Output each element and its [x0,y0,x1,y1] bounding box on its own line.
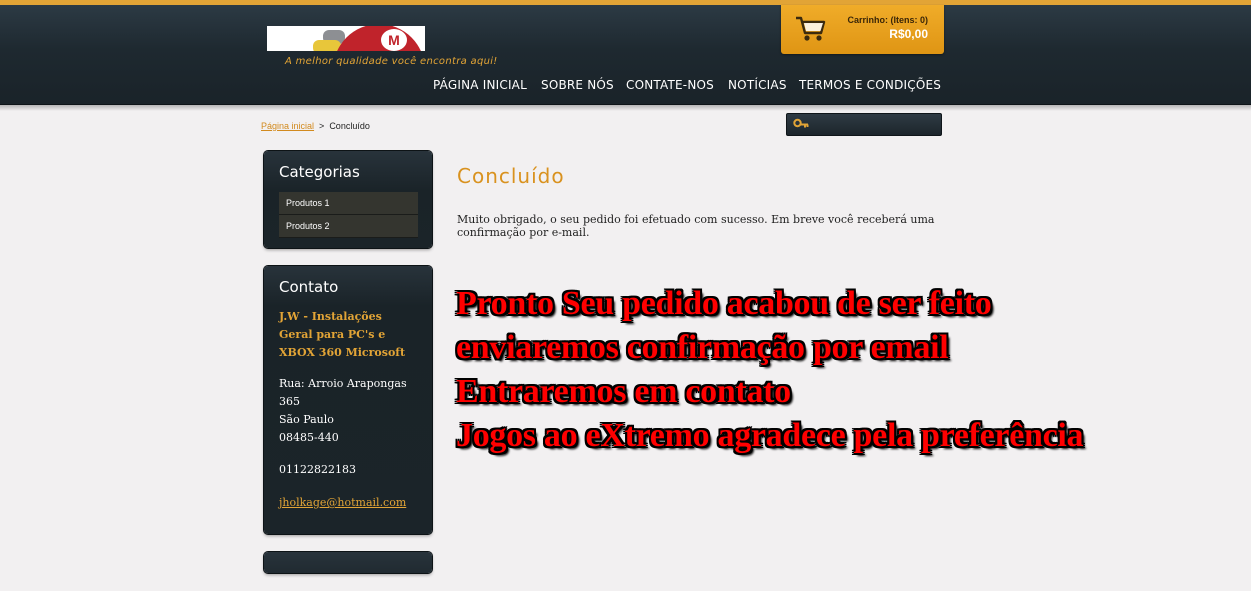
contact-box: Contato J.W - Instalações Geral para PC'… [264,266,432,534]
logo-hat-emblem: M [381,29,407,51]
contact-details: J.W - Instalações Geral para PC's e XBOX… [279,308,424,512]
overlay-line: Jogos ao eXtremo agradece pela preferênc… [456,417,1084,454]
site-tagline: A melhor qualidade você encontra aqui! [285,56,498,67]
overlay-announcement: Pronto Seu pedido acabou de ser feito en… [456,282,1246,458]
overlay-line: Pronto Seu pedido acabou de ser feito [456,285,992,322]
search-input[interactable] [813,117,937,132]
page-title: Concluído [457,164,565,188]
contact-title: Contato [279,278,339,296]
order-confirmation-message: Muito obrigado, o seu pedido foi efetuad… [457,213,947,239]
contact-address-line: São Paulo [279,413,334,426]
overlay-line: Entraremos em contato [456,373,791,410]
key-search-icon[interactable] [793,118,809,132]
nav-home[interactable]: PÁGINA INICIAL [433,78,527,92]
contact-email-link[interactable]: jholkage@hotmail.com [279,496,406,509]
contact-address-line: 08485-440 [279,431,339,444]
message-line: confirmação por e-mail. [457,226,590,239]
overlay-line: enviaremos confirmação por email [456,329,949,366]
category-item-produtos-1[interactable]: Produtos 1 [279,192,418,215]
contact-company-line: Geral para PC's e [279,328,386,341]
cart-widget[interactable]: Carrinho: (Itens: 0) R$0,00 [781,5,944,54]
cart-items-label: Carrinho: (Itens: 0) [847,15,928,25]
empty-sidebar-box [264,552,432,573]
category-item-produtos-2[interactable]: Produtos 2 [279,215,418,238]
contact-company-line: J.W - Instalações [279,310,382,323]
shopping-cart-icon [796,16,826,41]
breadcrumb-separator: > [319,121,325,131]
contact-address-line: Rua: Arroio Arapongas [279,377,407,390]
contact-phone: 01122822183 [279,463,356,476]
nav-terms[interactable]: TERMOS E CONDIÇÕES [799,78,941,92]
logo-graphic-hat [333,26,425,51]
breadcrumb-home-link[interactable]: Página inicial [261,121,314,131]
contact-address-line: 365 [279,395,300,408]
nav-about[interactable]: SOBRE NÓS [541,78,614,92]
header-shadow [0,105,1251,111]
breadcrumb: Página inicial > Concluído [261,121,370,131]
breadcrumb-current: Concluído [329,121,370,131]
categories-box: Categorias Produtos 1 Produtos 2 [264,151,432,248]
categories-title: Categorias [279,163,360,181]
nav-contact[interactable]: CONTATE-NOS [626,78,714,92]
site-logo[interactable]: M [267,26,425,51]
nav-news[interactable]: NOTÍCIAS [728,78,787,92]
category-list: Produtos 1 Produtos 2 [279,192,418,238]
message-line: Muito obrigado, o seu pedido foi efetuad… [457,213,935,226]
contact-company-line: XBOX 360 Microsoft [279,346,406,359]
cart-total: R$0,00 [889,27,928,41]
search-box [786,113,942,136]
